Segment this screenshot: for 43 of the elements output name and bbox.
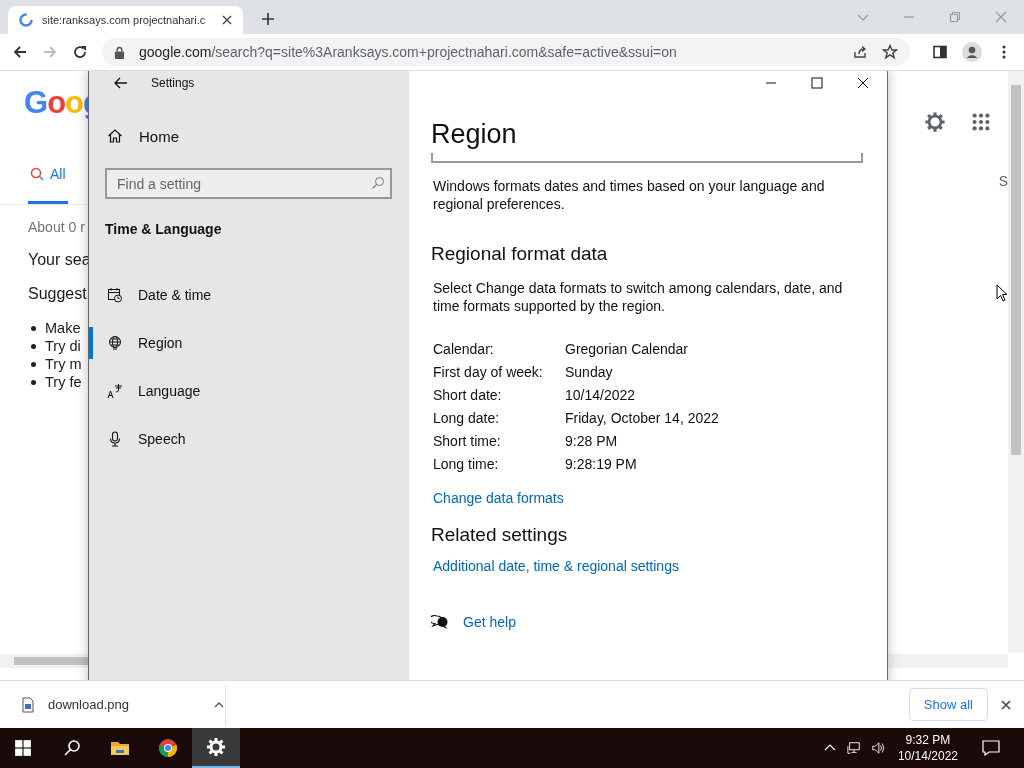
show-all-button[interactable]: Show all <box>908 688 988 721</box>
change-formats-link[interactable]: Change data formats <box>433 490 863 506</box>
section-heading: Related settings <box>431 524 569 546</box>
format-value: 10/14/2022 <box>565 387 637 403</box>
format-label: First day of week: <box>433 364 544 380</box>
tab-title: site:ranksays.com projectnahari.c <box>42 14 207 26</box>
format-value: 9:28:19 PM <box>565 456 638 472</box>
search-field[interactable]: Find a setting <box>105 168 392 199</box>
section-heading: Regional format data <box>431 243 609 265</box>
nav-item[interactable]: Speech <box>89 423 409 455</box>
format-value: Friday, October 14, 2022 <box>565 410 720 426</box>
related-settings-link[interactable]: Additional date, time & regional settings <box>433 558 863 574</box>
format-value: Gregorian Calendar <box>565 341 689 357</box>
format-label: Long date: <box>433 410 501 426</box>
browser-tab[interactable]: site:ranksays.com projectnahari.c <box>8 6 243 34</box>
description-text: Windows formats dates and times based on your language and regional preferences. <box>433 177 826 213</box>
suggestion-text: Make <box>45 319 81 337</box>
suggestion-text: Try fe <box>45 373 82 391</box>
download-filename[interactable]: download.png <box>48 697 201 712</box>
result-stats: About 0 r <box>28 219 85 235</box>
search-tab[interactable]: S <box>998 173 1008 189</box>
format-value: Sunday <box>565 364 614 380</box>
suggestion-text: Try di <box>45 337 81 355</box>
page-title: Region <box>431 119 518 150</box>
search-tab[interactable]: All <box>28 166 68 204</box>
url-text: google.com/search?q=site%3Aranksays.com+projectnahari.com&safe=active&ssui=on <box>139 44 677 60</box>
section-heading: Time & Language <box>105 221 223 237</box>
format-label: Calendar: <box>433 341 495 357</box>
clock-time[interactable]: 9:32 PM <box>905 732 951 748</box>
address-bar[interactable]: google.com/search?q=site%3Aranksays.com+projectnahari.com&safe=active&ssui=on <box>102 38 910 66</box>
result-text: Suggest <box>28 285 87 303</box>
clock-date[interactable]: 10/14/2022 <box>897 748 958 764</box>
get-help-link[interactable]: Get help <box>463 614 516 630</box>
nav-item[interactable]: Date & time <box>89 279 409 311</box>
home-nav-item[interactable]: Home <box>105 124 409 148</box>
format-label: Short time: <box>433 433 502 449</box>
format-label: Short date: <box>433 387 503 403</box>
window-title: Settings <box>151 76 195 90</box>
suggestion-text: Try m <box>45 355 82 373</box>
format-value: 9:28 PM <box>565 433 619 449</box>
format-label: Long time: <box>433 456 500 472</box>
description-text: Select Change data formats to switch among calendars, date, and time formats supported by the region. <box>433 279 844 315</box>
nav-item[interactable]: Language <box>89 375 409 407</box>
